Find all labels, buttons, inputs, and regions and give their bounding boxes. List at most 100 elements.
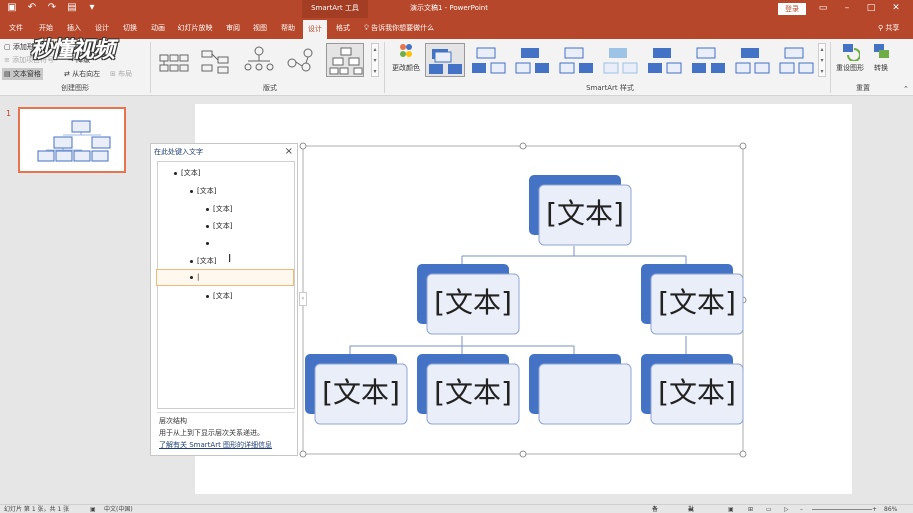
smartart-text-pane[interactable]: 在此处键入文字 × [文本] [文本] [文本] [文本] [文本] | [文本… xyxy=(150,143,298,456)
text-pane-button[interactable]: ▤ 文本窗格 xyxy=(2,68,43,80)
layout-option-2[interactable] xyxy=(198,43,236,77)
change-colors-button[interactable]: 更改颜色 xyxy=(388,41,424,73)
reset-graphic-button[interactable]: 重设图形 xyxy=(834,41,866,73)
smartart-node[interactable]: [文本] xyxy=(641,354,744,425)
styles-scroll[interactable]: ▴ ▾ ▾ xyxy=(818,43,826,77)
login-button[interactable]: 登录 xyxy=(778,3,806,15)
layout-option-1[interactable] xyxy=(156,43,194,77)
slide-sorter-icon[interactable]: ⊞ xyxy=(748,505,753,513)
watermark-logo: 秒懂视频 xyxy=(30,38,115,63)
text-pane-bullet-item[interactable]: [文本] xyxy=(174,168,200,178)
smartart-node-text[interactable]: [文本] xyxy=(658,376,736,409)
chevron-up-icon: ▴ xyxy=(373,46,377,53)
chevron-up-icon: ▴ xyxy=(820,46,824,53)
style-thumbnail-icon xyxy=(559,47,593,74)
smartart-node[interactable] xyxy=(529,354,632,425)
normal-view-icon[interactable]: ▣ xyxy=(728,505,734,513)
text-pane-footer: 层次结构 用于从上到下显示层次关系递进。 了解有关 SmartArt 图形的详细… xyxy=(157,412,295,455)
status-bar: 幻灯片 第 1 张，共 1 张 ▣ 中文(中国) ≙ 备注 ▬ 批注 ▣ ⊞ ▭… xyxy=(0,504,913,513)
save-icon[interactable]: ▣ xyxy=(6,2,18,14)
customize-icon[interactable]: ▾ xyxy=(86,2,98,14)
text-pane-bullet-item[interactable]: [文本] xyxy=(206,291,232,301)
quick-access-toolbar: ▣ ↶ ↷ ▤ ▾ xyxy=(6,2,98,14)
smartart-node-text[interactable]: [文本] xyxy=(658,286,736,319)
zoom-out-icon[interactable]: – xyxy=(800,505,803,513)
smartart-style-option-9[interactable] xyxy=(777,43,817,77)
layout-option-hierarchy-selected[interactable] xyxy=(326,43,364,77)
smartart-style-option-8[interactable] xyxy=(733,43,773,77)
undo-icon[interactable]: ↶ xyxy=(26,2,38,14)
smartart-style-option-2[interactable] xyxy=(469,43,509,77)
layout-thumbnail-icon xyxy=(159,54,189,72)
chevron-down-icon: ▾ xyxy=(373,57,377,64)
smartart-node[interactable]: [文本] xyxy=(417,264,520,335)
text-pane-bullet-item[interactable]: [文本] xyxy=(206,221,232,231)
text-pane-toggle[interactable]: ‹ xyxy=(299,292,307,306)
text-pane-bullet-item[interactable]: [文本] xyxy=(190,186,216,196)
tab-view[interactable]: 视图 xyxy=(248,18,272,39)
text-pane-bullet-item[interactable]: [文本] xyxy=(206,204,232,214)
smartart-style-option-6[interactable] xyxy=(645,43,685,77)
smartart-style-option-1[interactable] xyxy=(425,43,465,77)
layout-dropdown[interactable]: ⊞ 布局 xyxy=(110,69,132,79)
redo-icon[interactable]: ↷ xyxy=(46,2,58,14)
tab-slideshow[interactable]: 幻灯片放映 xyxy=(174,18,216,39)
share-button[interactable]: ⚲ 共享 xyxy=(878,18,899,39)
text-pane-icon: ▤ xyxy=(4,70,13,78)
tell-me-search[interactable]: 💡︎ 告诉我你想要做什么 xyxy=(364,18,434,39)
tab-animations[interactable]: 动画 xyxy=(146,18,170,39)
layouts-scroll[interactable]: ▴ ▾ ▾ xyxy=(371,43,379,77)
text-pane-bullet-item[interactable]: | xyxy=(190,273,199,281)
ribbon-display-icon[interactable]: ▭ xyxy=(813,0,833,18)
text-pane-bullet-item[interactable] xyxy=(206,239,213,247)
style-thumbnail-icon xyxy=(648,48,682,74)
smartart-node-text[interactable]: [文本] xyxy=(434,376,512,409)
close-window-icon[interactable]: ✕ xyxy=(886,0,906,18)
convert-button[interactable]: 转换 xyxy=(867,41,895,73)
smartart-style-option-5[interactable] xyxy=(601,43,641,77)
start-slideshow-icon[interactable]: ▤ xyxy=(66,2,78,14)
style-thumbnail-icon xyxy=(472,47,506,74)
slide-thumbnail[interactable] xyxy=(18,107,126,173)
tab-smartart-format[interactable]: 格式 xyxy=(331,18,355,39)
smartart-node-text[interactable]: [文本] xyxy=(322,376,400,409)
tab-transitions[interactable]: 切换 xyxy=(118,18,142,39)
smartart-node[interactable]: [文本] xyxy=(529,175,632,246)
maximize-icon[interactable]: □ xyxy=(861,0,881,18)
tab-smartart-design[interactable]: 设计 xyxy=(303,20,327,39)
smartart-style-option-7[interactable] xyxy=(689,43,729,77)
language-indicator[interactable]: 中文(中国) xyxy=(104,505,133,513)
text-cursor-ibeam-icon: I xyxy=(228,252,232,265)
zoom-level[interactable]: 86% xyxy=(884,505,897,513)
spell-check-icon[interactable]: ▣ xyxy=(90,505,96,513)
smartart-style-option-4[interactable] xyxy=(557,43,597,77)
tab-help[interactable]: 帮助 xyxy=(276,18,300,39)
learn-more-link[interactable]: 了解有关 SmartArt 图形的详细信息 xyxy=(159,440,272,450)
layout-thumbnail-icon xyxy=(287,48,313,72)
zoom-in-icon[interactable]: + xyxy=(872,505,877,513)
text-pane-active-line[interactable] xyxy=(156,269,294,286)
minimize-icon[interactable]: – xyxy=(837,0,857,18)
more-icon: ▾ xyxy=(820,68,824,75)
tab-file[interactable]: 文件 xyxy=(4,18,28,39)
text-pane-bullet-item[interactable]: [文本] xyxy=(190,256,216,266)
smartart-node-text[interactable]: [文本] xyxy=(434,286,512,319)
layout-option-4[interactable] xyxy=(282,43,320,77)
zoom-slider[interactable] xyxy=(812,509,872,510)
layout-description: 用于从上到下显示层次关系递进。 xyxy=(159,429,264,437)
add-shape-icon: ▢ xyxy=(4,43,13,51)
smartart-style-option-3[interactable] xyxy=(513,43,553,77)
smartart-node[interactable]: [文本] xyxy=(417,354,520,425)
close-icon[interactable]: × xyxy=(285,145,293,159)
text-pane-editor[interactable]: [文本] [文本] [文本] [文本] [文本] | [文本] I xyxy=(156,161,295,409)
layout-option-3[interactable] xyxy=(240,43,278,77)
tab-review[interactable]: 审阅 xyxy=(221,18,245,39)
smartart-node-text[interactable]: [文本] xyxy=(546,197,624,230)
collapse-ribbon-icon[interactable]: ⌃ xyxy=(903,85,909,93)
smartart-node[interactable]: [文本] xyxy=(641,264,744,335)
slideshow-view-icon[interactable]: ▷ xyxy=(784,505,789,513)
smartart-node[interactable]: [文本] xyxy=(305,354,408,425)
add-bullet-icon: ≡ xyxy=(4,56,13,64)
reading-view-icon[interactable]: ▭ xyxy=(766,505,772,513)
right-to-left-button[interactable]: ⇄ 从右向左 xyxy=(64,69,100,79)
